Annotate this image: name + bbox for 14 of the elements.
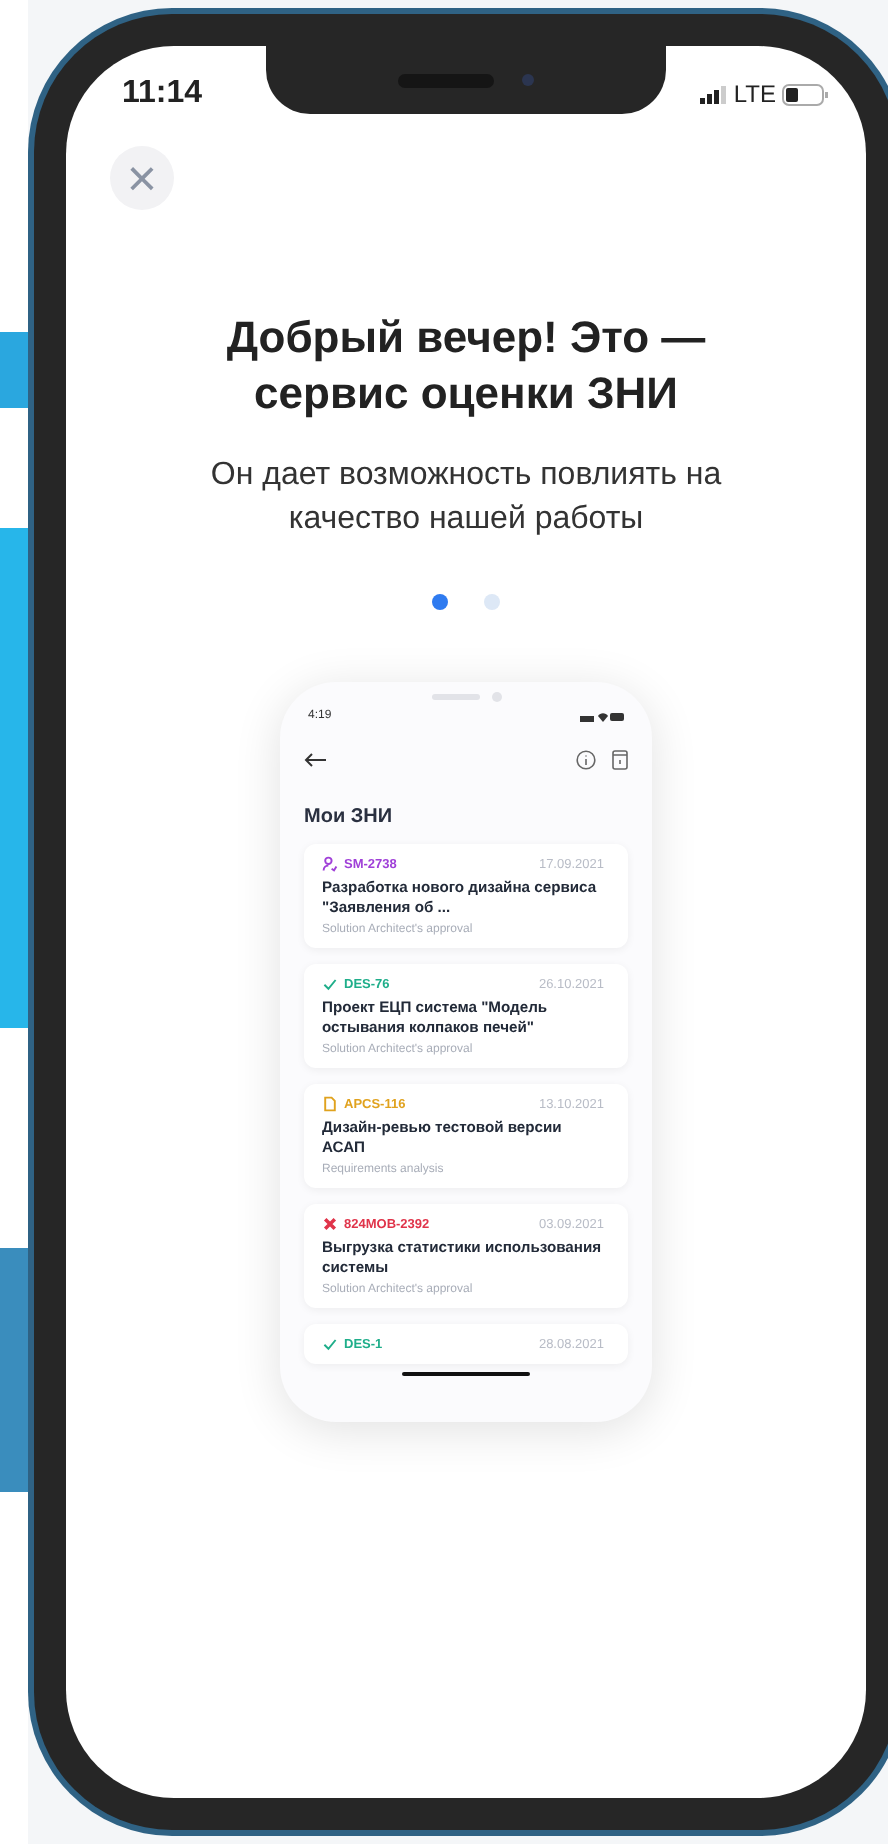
signal-icon <box>699 85 728 103</box>
preview-title: Мои ЗНИ <box>304 806 395 828</box>
home-indicator <box>402 1372 530 1376</box>
status-icons <box>580 711 624 721</box>
battery-icon <box>782 83 830 105</box>
welcome-subtitle: Он дает возможность повлиять на качество нашей работы <box>208 456 724 540</box>
welcome-title: Добрый вечер! Это — сервис оценки ЗНИ <box>224 310 708 422</box>
back-arrow-icon[interactable] <box>304 752 328 768</box>
page-dot[interactable] <box>484 594 500 610</box>
info-icon[interactable] <box>576 750 596 770</box>
page-dot[interactable] <box>432 594 448 610</box>
document-icon[interactable] <box>612 750 628 770</box>
status-time: 11:14 <box>122 76 203 112</box>
network-label: LTE <box>733 80 776 108</box>
